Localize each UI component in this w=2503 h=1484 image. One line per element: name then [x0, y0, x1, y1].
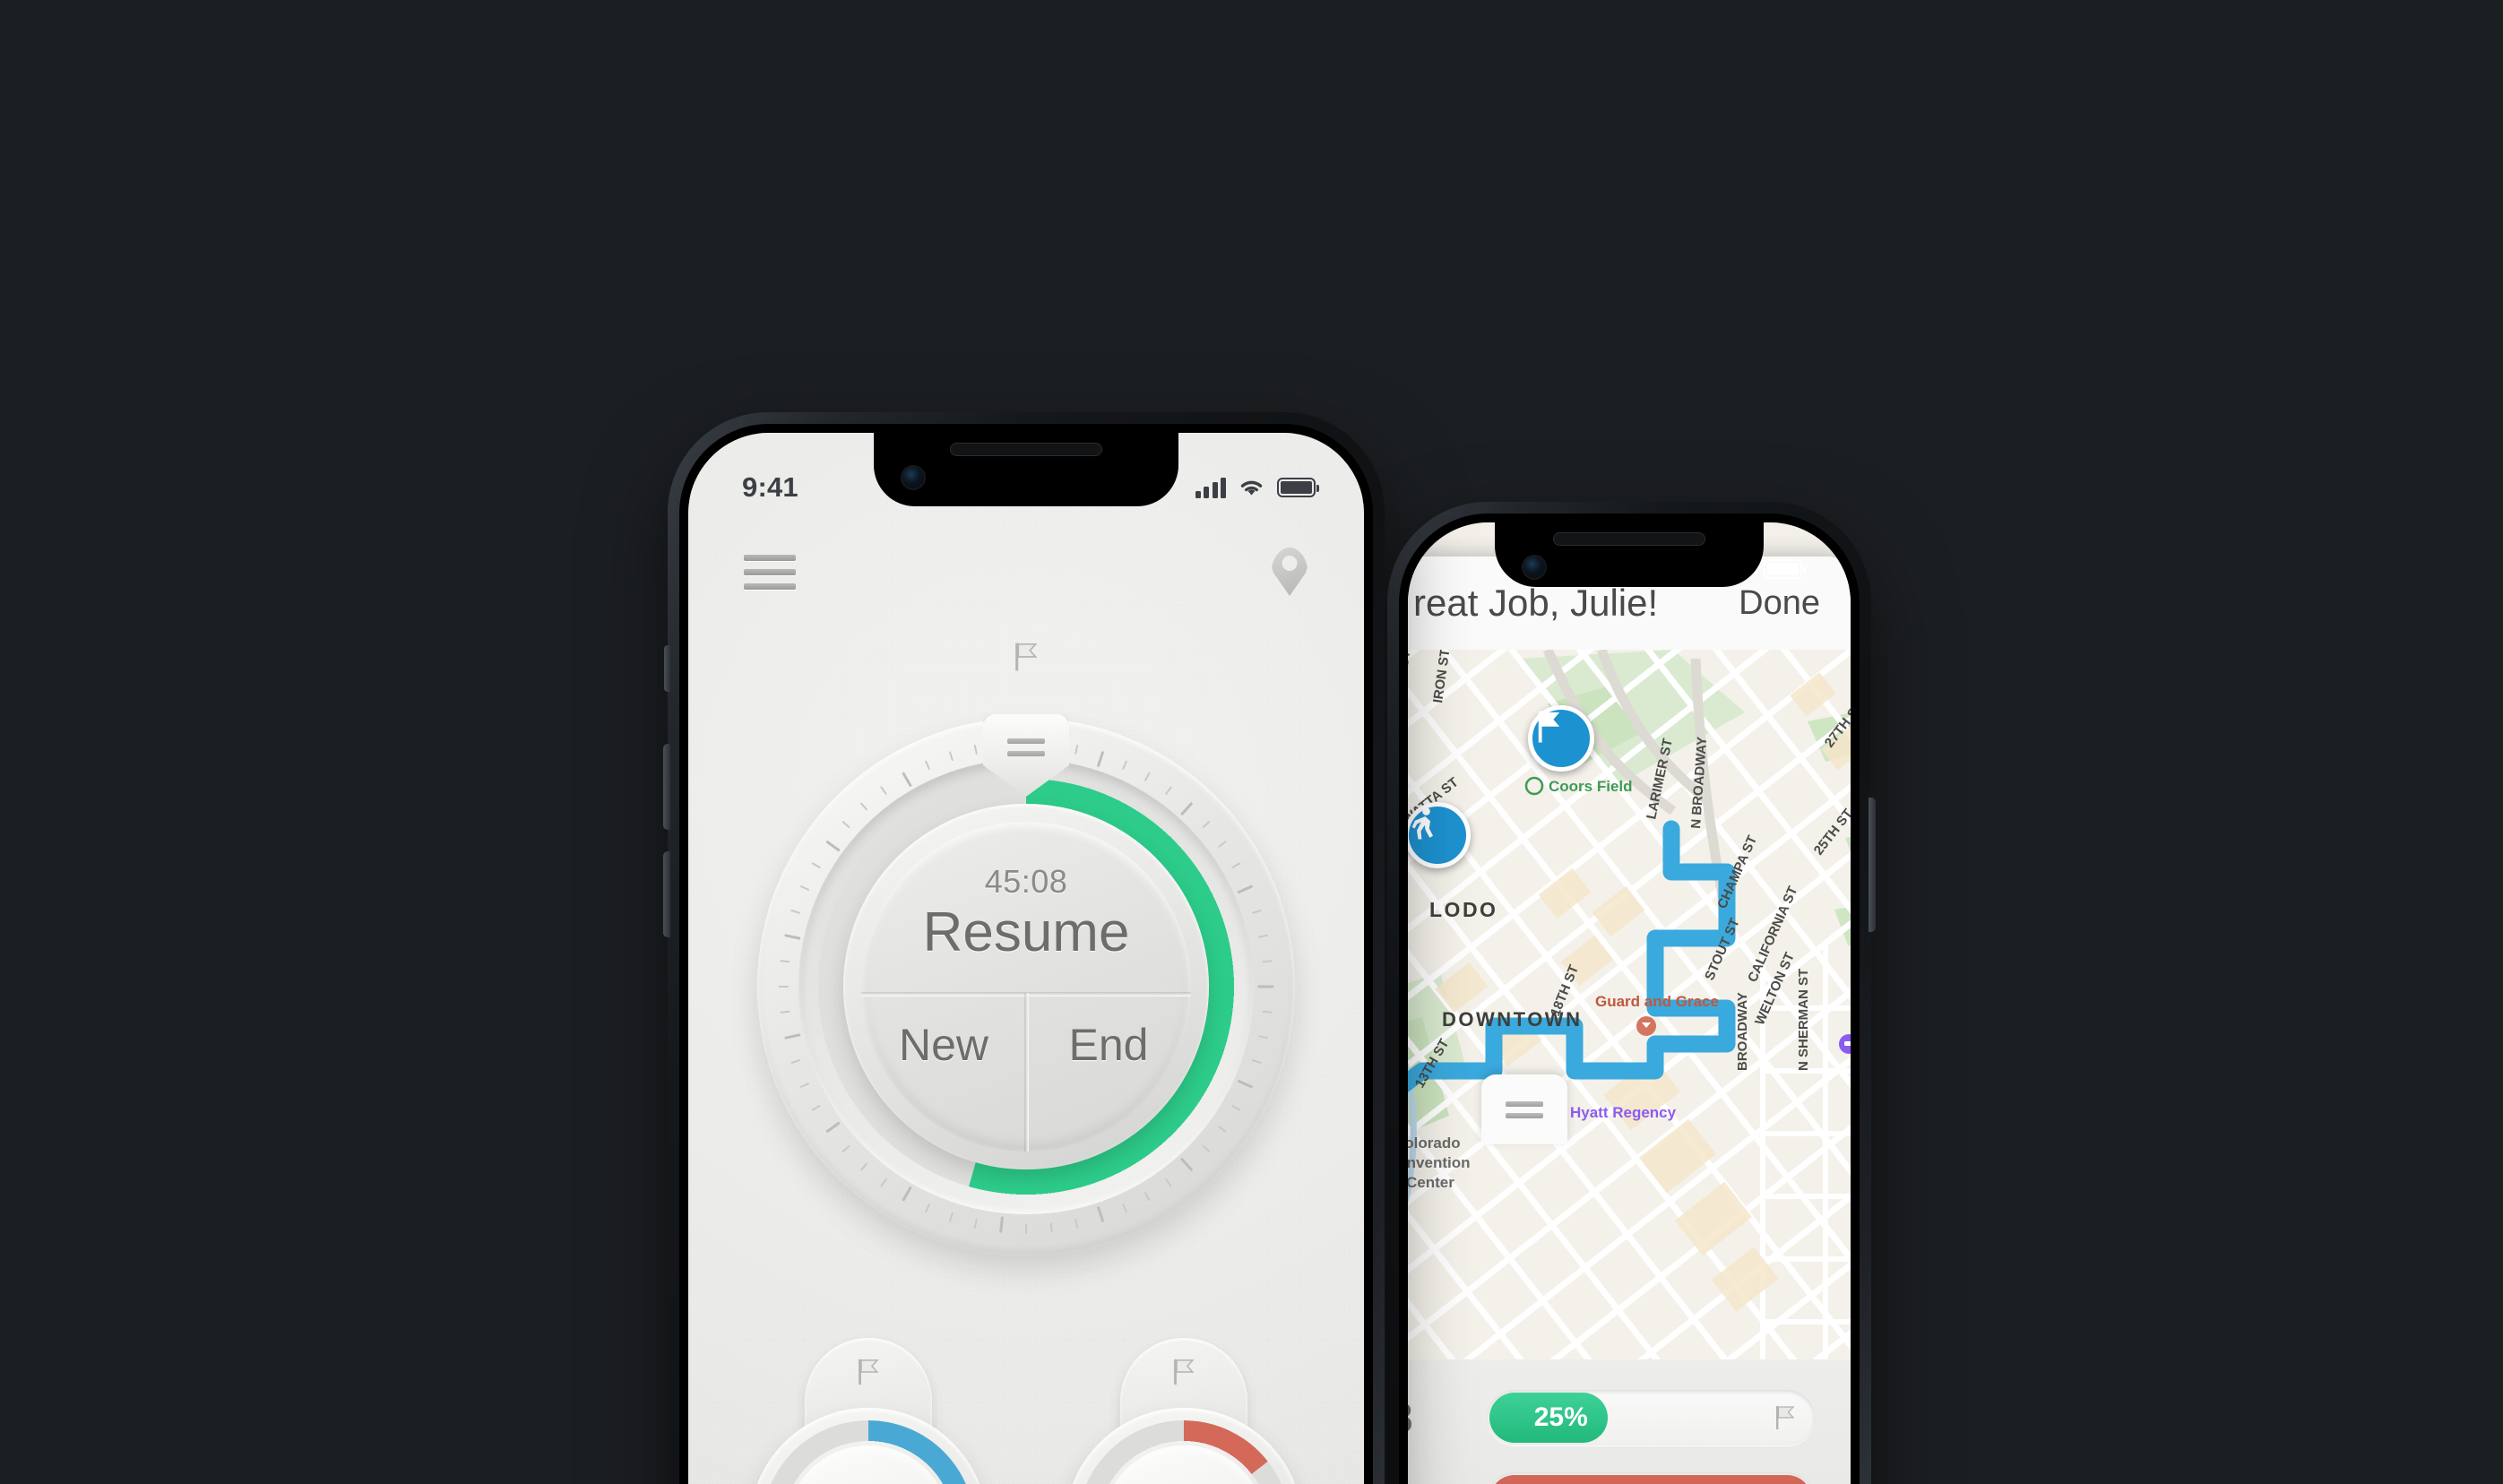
main-timer-dial[interactable]: 45:08 Resume New End — [757, 714, 1295, 1255]
mute-switch[interactable] — [664, 645, 670, 692]
phone-inner-secondary: reat Job, Julie! Done INCA ST IRON ST ST… — [1399, 513, 1860, 1484]
earpiece-speaker-icon — [950, 443, 1102, 456]
subdial-ring — [749, 1408, 988, 1484]
map-canvas: INCA ST IRON ST WEWATTA ST LARIMER ST N … — [1408, 650, 1851, 1359]
map-view[interactable]: INCA ST IRON ST WEWATTA ST LARIMER ST N … — [1408, 650, 1851, 1359]
volume-down-button[interactable] — [663, 851, 670, 937]
app-screen-timer: 9:41 45:08 Resume New End — [688, 433, 1364, 1484]
progress-fill-red: 100% — [1489, 1475, 1812, 1484]
screen-secondary: reat Job, Julie! Done INCA ST IRON ST ST… — [1408, 522, 1851, 1484]
segment-divider-vertical — [1023, 993, 1029, 1152]
earpiece-speaker-icon — [1553, 532, 1705, 546]
wifi-icon — [1240, 480, 1263, 495]
result-sheet: reat Job, Julie! Done INCA ST IRON ST ST… — [1408, 556, 1851, 1484]
stat-row: :08 25% — [1408, 1390, 1815, 1445]
screen-primary: 9:41 45:08 Resume New End — [688, 433, 1364, 1484]
stat-row: 100% — [1408, 1472, 1815, 1484]
poi-label: Colorado — [1408, 1135, 1461, 1152]
phone-device-secondary: reat Job, Julie! Done INCA ST IRON ST ST… — [1387, 502, 1876, 1484]
signal-bars-icon — [1195, 477, 1226, 498]
location-pin-icon[interactable] — [1271, 548, 1308, 596]
subdial-ring — [1065, 1408, 1303, 1484]
flag-marker-icon — [1775, 1405, 1795, 1430]
screenshot-stage: reat Job, Julie! Done INCA ST IRON ST ST… — [0, 0, 2503, 1484]
battery-icon — [1277, 478, 1319, 497]
runner-subdial[interactable] — [1054, 1338, 1314, 1484]
map-handle-pill[interactable] — [1481, 1074, 1567, 1144]
neighborhood-label: DOWNTOWN — [1442, 1008, 1582, 1031]
progress-track-green[interactable]: 25% — [1487, 1390, 1815, 1445]
hamburger-handle-icon — [1506, 1100, 1543, 1118]
poi-label: Guard and Grace — [1595, 993, 1719, 1010]
progress-track-red[interactable]: 100% — [1487, 1472, 1815, 1484]
app-screen-map: reat Job, Julie! Done INCA ST IRON ST ST… — [1408, 522, 1851, 1484]
flag-marker-icon — [858, 1358, 879, 1391]
notch-primary — [874, 433, 1178, 506]
new-button[interactable]: New — [861, 1019, 1026, 1071]
poi-label: Coors Field — [1549, 778, 1633, 795]
status-indicators-primary — [1195, 477, 1319, 498]
finish-flag-badge[interactable] — [1528, 705, 1594, 772]
poi-label: Hyatt Regency — [1570, 1104, 1677, 1121]
neighborhood-label: LODO — [1429, 898, 1497, 921]
street-label: N SHERMAN ST — [1796, 969, 1811, 1071]
subdial-row — [688, 1338, 1364, 1484]
walking-person-icon — [1411, 807, 1433, 840]
poi-label: Convention — [1408, 1154, 1471, 1171]
hamburger-menu-icon[interactable] — [744, 554, 796, 590]
dial-face: 45:08 Resume New End — [861, 822, 1191, 1152]
phone-inner-primary: 9:41 45:08 Resume New End — [679, 424, 1373, 1484]
notch-secondary — [1495, 522, 1764, 587]
front-camera-icon — [901, 465, 926, 490]
stat-time: :08 — [1408, 1393, 1463, 1442]
poi-label: Center — [1408, 1174, 1454, 1191]
flag-marker-icon — [1173, 1358, 1195, 1391]
resume-button[interactable]: Resume — [861, 901, 1191, 964]
flame-subdial[interactable] — [738, 1338, 998, 1484]
flag-marker-icon — [1014, 642, 1038, 677]
battery-icon — [1764, 559, 1806, 579]
timer-value: 45:08 — [984, 863, 1068, 900]
top-nav-bar — [688, 531, 1364, 612]
stats-panel: :08 25% — [1408, 1359, 1851, 1484]
end-button[interactable]: End — [1026, 1019, 1191, 1071]
status-time-primary: 9:41 — [742, 471, 798, 503]
flag-icon — [1538, 711, 1560, 743]
progress-fill-green: 25% — [1489, 1393, 1608, 1443]
hamburger-handle-icon — [1007, 738, 1045, 756]
power-button-secondary[interactable] — [1869, 798, 1876, 932]
phone-device-primary: 9:41 45:08 Resume New End — [663, 412, 1385, 1484]
street-label: BROADWAY — [1735, 992, 1750, 1071]
volume-up-button[interactable] — [663, 744, 670, 830]
front-camera-icon — [1522, 555, 1547, 580]
